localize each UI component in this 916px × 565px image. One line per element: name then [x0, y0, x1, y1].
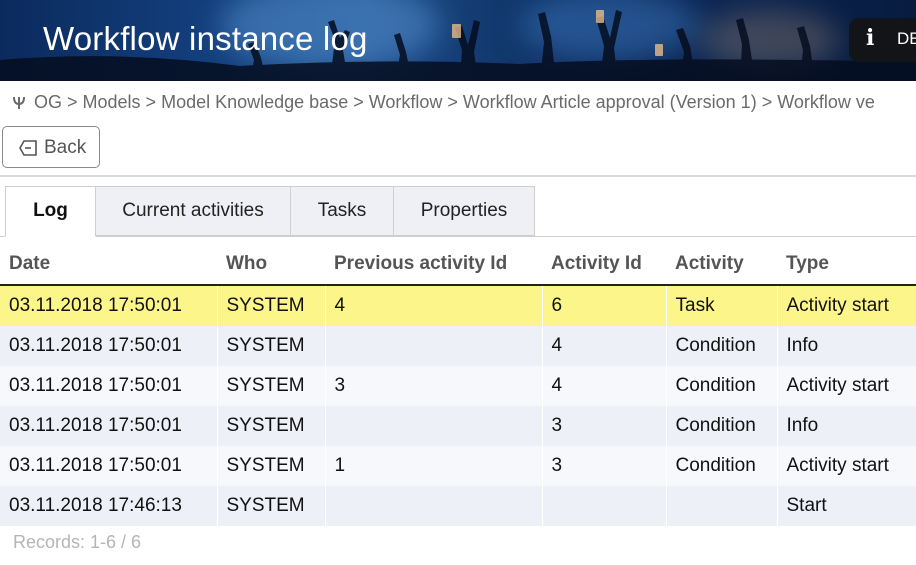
cell-activity-id: 6: [542, 285, 667, 326]
language-switch[interactable]: DE: [897, 29, 916, 49]
cell-activity-id: 4: [542, 366, 667, 406]
cell-previous-activity-id: 4: [325, 285, 543, 326]
cell-who: SYSTEM: [217, 486, 326, 526]
cell-activity-id: 3: [542, 406, 667, 446]
column-header-activity-id[interactable]: Activity Id: [542, 244, 666, 286]
column-header-activity[interactable]: Activity: [666, 244, 777, 286]
tab-tasks[interactable]: Tasks: [290, 186, 394, 236]
cell-type: Info: [777, 406, 916, 446]
cell-date: 03.11.2018 17:46:13: [0, 486, 218, 526]
table-row[interactable]: 03.11.2018 17:50:01 SYSTEM 3 Condition I…: [0, 406, 916, 446]
table-row[interactable]: 03.11.2018 17:50:01 SYSTEM 4 Condition I…: [0, 326, 916, 366]
page-title: Workflow instance log: [43, 20, 368, 57]
back-button[interactable]: Back: [2, 126, 100, 168]
cell-activity: Condition: [666, 406, 778, 446]
cell-activity: Condition: [666, 326, 778, 366]
cell-type: Activity start: [777, 446, 916, 486]
table-row[interactable]: 03.11.2018 17:50:01 SYSTEM 1 3 Condition…: [0, 446, 916, 486]
tab-bar-line: [0, 236, 916, 237]
info-icon[interactable]: i: [866, 25, 874, 51]
log-table: Date Who Previous activity Id Activity I…: [0, 244, 916, 526]
cell-who: SYSTEM: [217, 406, 326, 446]
cell-activity: Condition: [666, 446, 778, 486]
back-button-label: Back: [44, 137, 87, 158]
cell-type: Activity start: [777, 285, 916, 326]
cell-type: Info: [777, 326, 916, 366]
header-banner: Workflow instance log i DE: [0, 0, 916, 81]
cell-who: SYSTEM: [217, 366, 326, 406]
breadcrumb-path[interactable]: OG > Models > Model Knowledge base > Wor…: [34, 92, 875, 112]
header-controls[interactable]: i DE: [849, 18, 916, 62]
cell-activity-id: 3: [542, 446, 667, 486]
column-header-type[interactable]: Type: [777, 244, 916, 286]
cell-activity: [666, 486, 778, 526]
cell-activity: Condition: [666, 366, 778, 406]
table-row[interactable]: 03.11.2018 17:46:13 SYSTEM Start: [0, 486, 916, 526]
tab-current-activities[interactable]: Current activities: [95, 186, 291, 236]
cell-who: SYSTEM: [217, 285, 326, 326]
cell-type: Start: [777, 486, 916, 526]
cell-who: SYSTEM: [217, 326, 326, 366]
column-header-date[interactable]: Date: [0, 244, 217, 286]
cell-previous-activity-id: [325, 406, 543, 446]
cell-previous-activity-id: 3: [325, 366, 543, 406]
cell-type: Activity start: [777, 366, 916, 406]
column-header-previous-activity-id[interactable]: Previous activity Id: [325, 244, 542, 286]
cell-date: 03.11.2018 17:50:01: [0, 326, 218, 366]
cell-activity-id: [542, 486, 667, 526]
records-count: Records: 1-6 / 6: [13, 532, 142, 552]
cell-date: 03.11.2018 17:50:01: [0, 446, 218, 486]
column-header-who[interactable]: Who: [217, 244, 325, 286]
breadcrumb[interactable]: OG > Models > Model Knowledge base > Wor…: [11, 92, 875, 115]
back-icon: [19, 140, 37, 162]
table-row[interactable]: 03.11.2018 17:50:01 SYSTEM 3 4 Condition…: [0, 366, 916, 406]
cell-who: SYSTEM: [217, 446, 326, 486]
table-header-row: Date Who Previous activity Id Activity I…: [0, 244, 916, 286]
cell-previous-activity-id: 1: [325, 446, 543, 486]
divider: [0, 175, 916, 177]
tab-properties[interactable]: Properties: [393, 186, 535, 236]
tab-log[interactable]: Log: [5, 186, 96, 237]
cell-previous-activity-id: [325, 486, 543, 526]
tab-bar: Log Current activities Tasks Properties: [0, 186, 916, 237]
cell-date: 03.11.2018 17:50:01: [0, 406, 218, 446]
cell-previous-activity-id: [325, 326, 543, 366]
table-row[interactable]: 03.11.2018 17:50:01 SYSTEM 4 6 Task Acti…: [0, 285, 916, 326]
home-icon[interactable]: [11, 94, 29, 115]
cell-date: 03.11.2018 17:50:01: [0, 285, 218, 326]
cell-activity: Task: [666, 285, 778, 326]
cell-activity-id: 4: [542, 326, 667, 366]
cell-date: 03.11.2018 17:50:01: [0, 366, 218, 406]
